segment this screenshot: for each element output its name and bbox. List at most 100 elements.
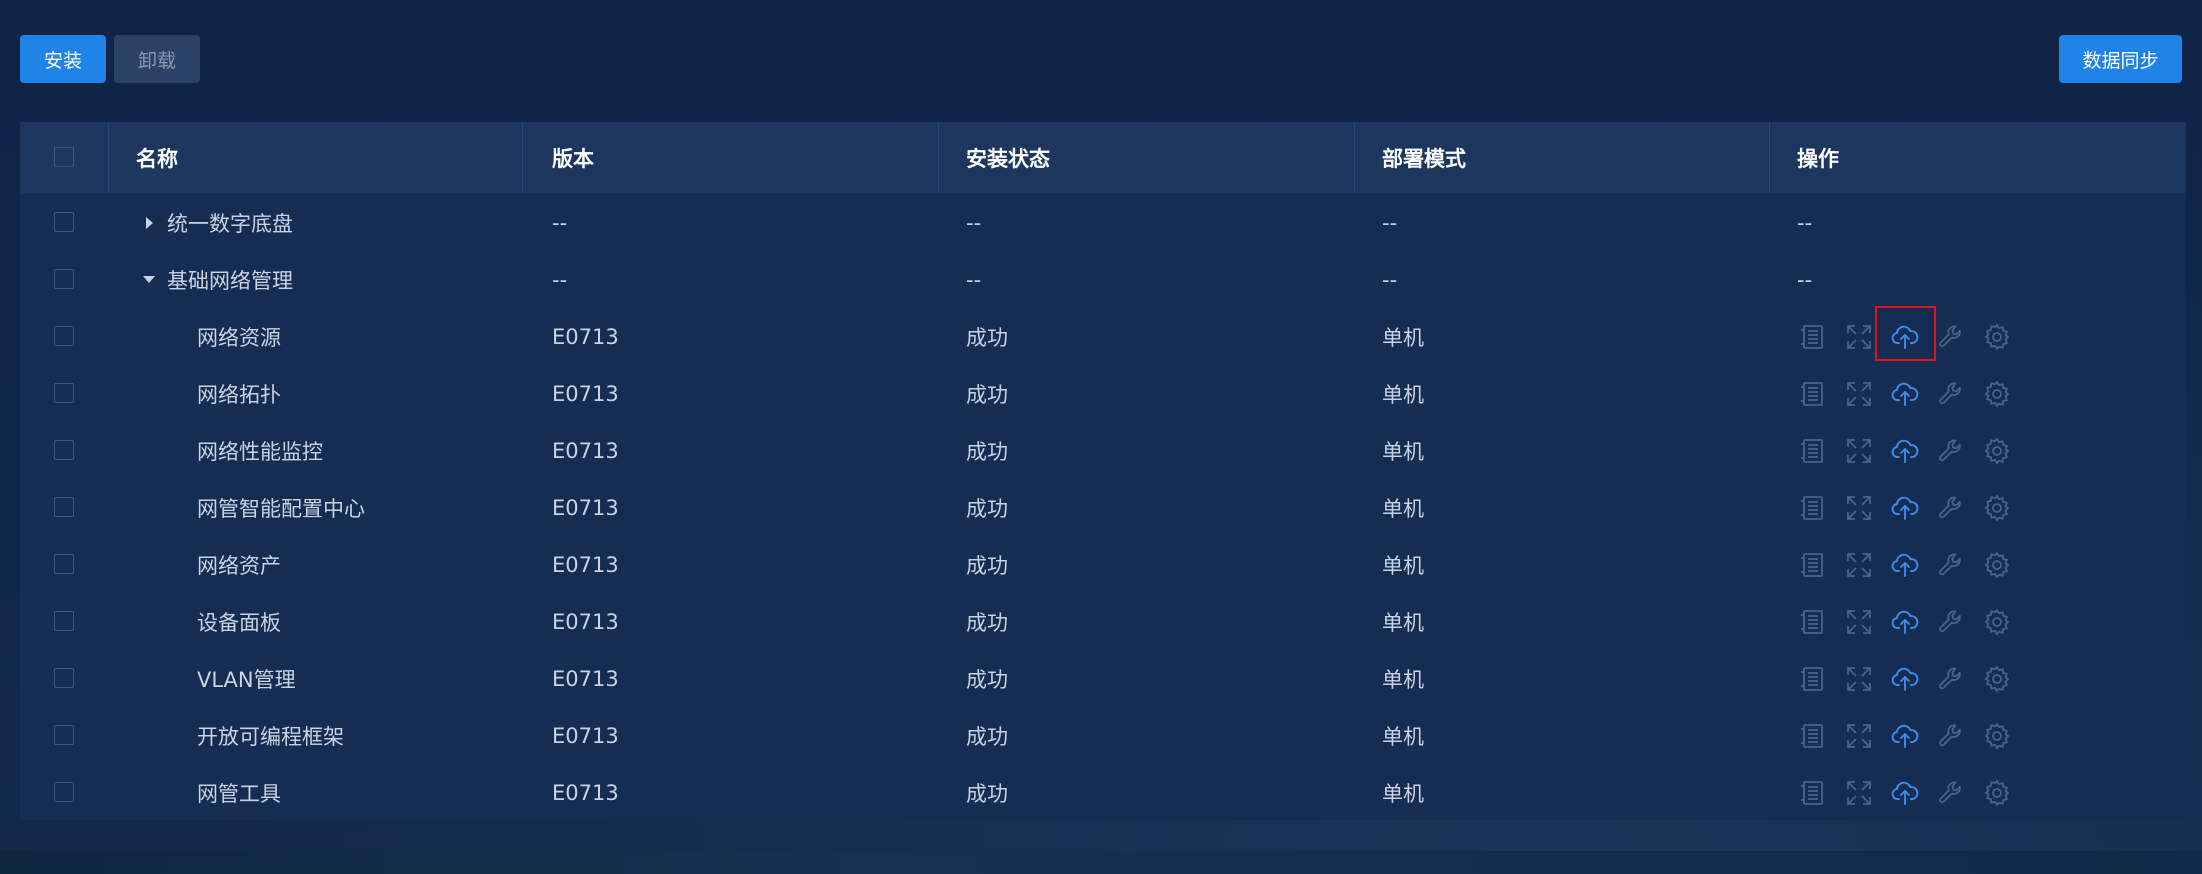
install-button[interactable]: 安装 (20, 35, 106, 83)
log-icon[interactable] (1797, 435, 1829, 467)
gear-icon[interactable] (1981, 777, 2013, 809)
group-row[interactable]: 统一数字底盘 -- -- -- -- (20, 194, 2186, 251)
collapse-toggle[interactable] (143, 251, 155, 308)
data-sync-button[interactable]: 数据同步 (2059, 35, 2182, 83)
gear-icon[interactable] (1981, 492, 2013, 524)
table-row[interactable]: VLAN管理 E0713 成功 单机 (20, 650, 2186, 707)
table-row[interactable]: 网络资产 E0713 成功 单机 (20, 536, 2186, 593)
status-cell: 成功 (966, 667, 1008, 692)
ops-cell (1797, 707, 2027, 764)
status-cell: -- (966, 210, 982, 235)
table-row[interactable]: 网络资源 E0713 成功 单机 (20, 308, 2186, 365)
log-icon[interactable] (1797, 606, 1829, 638)
mode-cell: 单机 (1382, 667, 1424, 692)
upload-cloud-icon[interactable] (1889, 549, 1921, 581)
bottom-strip (0, 851, 2202, 874)
expand-icon[interactable] (1843, 606, 1875, 638)
expand-icon[interactable] (1843, 492, 1875, 524)
collapse-toggle[interactable] (146, 194, 153, 251)
component-name: 网管工具 (197, 781, 281, 806)
expand-icon[interactable] (1843, 435, 1875, 467)
row-checkbox[interactable] (54, 383, 74, 403)
gear-icon[interactable] (1981, 321, 2013, 353)
ops-cell (1797, 650, 2027, 707)
component-table: 名称 版本 安装状态 部署模式 操作 统一数字底盘 -- -- -- -- 基础… (20, 122, 2186, 820)
gear-icon[interactable] (1981, 378, 2013, 410)
wrench-icon[interactable] (1935, 435, 1967, 467)
expand-icon[interactable] (1843, 663, 1875, 695)
version-cell: E0713 (552, 780, 619, 805)
group-name: 统一数字底盘 (167, 211, 293, 236)
header-ops: 操作 (1797, 146, 1839, 171)
expand-icon[interactable] (1843, 777, 1875, 809)
gear-icon[interactable] (1981, 720, 2013, 752)
expand-icon[interactable] (1843, 378, 1875, 410)
group-row[interactable]: 基础网络管理 -- -- -- -- (20, 251, 2186, 308)
wrench-icon[interactable] (1935, 321, 1967, 353)
version-cell: E0713 (552, 324, 619, 349)
log-icon[interactable] (1797, 492, 1829, 524)
table-row[interactable]: 网络拓扑 E0713 成功 单机 (20, 365, 2186, 422)
wrench-icon[interactable] (1935, 663, 1967, 695)
table-row[interactable]: 网络性能监控 E0713 成功 单机 (20, 422, 2186, 479)
row-checkbox[interactable] (54, 269, 74, 289)
upload-cloud-icon[interactable] (1889, 720, 1921, 752)
log-icon[interactable] (1797, 378, 1829, 410)
uninstall-button[interactable]: 卸载 (114, 35, 200, 83)
component-name: 网管智能配置中心 (197, 496, 365, 521)
row-checkbox[interactable] (54, 497, 74, 517)
row-checkbox[interactable] (54, 668, 74, 688)
row-checkbox[interactable] (54, 326, 74, 346)
row-checkbox[interactable] (54, 440, 74, 460)
column-separator (522, 122, 523, 193)
column-separator (108, 122, 109, 193)
mode-cell: 单机 (1382, 382, 1424, 407)
upload-cloud-icon[interactable] (1889, 321, 1921, 353)
upload-cloud-icon[interactable] (1889, 663, 1921, 695)
wrench-icon[interactable] (1935, 777, 1967, 809)
upload-cloud-icon[interactable] (1889, 435, 1921, 467)
wrench-icon[interactable] (1935, 378, 1967, 410)
table-row[interactable]: 网管智能配置中心 E0713 成功 单机 (20, 479, 2186, 536)
gear-icon[interactable] (1981, 435, 2013, 467)
gear-icon[interactable] (1981, 549, 2013, 581)
select-all-checkbox[interactable] (54, 147, 74, 167)
upload-cloud-icon[interactable] (1889, 492, 1921, 524)
status-cell: 成功 (966, 325, 1008, 350)
mode-cell: -- (1382, 267, 1398, 292)
row-checkbox[interactable] (54, 212, 74, 232)
row-checkbox[interactable] (54, 554, 74, 574)
status-cell: 成功 (966, 553, 1008, 578)
group-name: 基础网络管理 (167, 268, 293, 293)
ops-cell (1797, 593, 2027, 650)
status-cell: 成功 (966, 439, 1008, 464)
expand-icon[interactable] (1843, 321, 1875, 353)
expand-icon[interactable] (1843, 549, 1875, 581)
row-checkbox[interactable] (54, 611, 74, 631)
table-row[interactable]: 网管工具 E0713 成功 单机 (20, 764, 2186, 821)
mode-cell: 单机 (1382, 610, 1424, 635)
upload-cloud-icon[interactable] (1889, 606, 1921, 638)
status-cell: 成功 (966, 496, 1008, 521)
status-cell: -- (966, 267, 982, 292)
expand-icon[interactable] (1843, 720, 1875, 752)
row-checkbox[interactable] (54, 782, 74, 802)
log-icon[interactable] (1797, 663, 1829, 695)
log-icon[interactable] (1797, 321, 1829, 353)
log-icon[interactable] (1797, 777, 1829, 809)
gear-icon[interactable] (1981, 663, 2013, 695)
gear-icon[interactable] (1981, 606, 2013, 638)
wrench-icon[interactable] (1935, 720, 1967, 752)
log-icon[interactable] (1797, 720, 1829, 752)
table-row[interactable]: 设备面板 E0713 成功 单机 (20, 593, 2186, 650)
table-row[interactable]: 开放可编程框架 E0713 成功 单机 (20, 707, 2186, 764)
mode-cell: 单机 (1382, 325, 1424, 350)
wrench-icon[interactable] (1935, 606, 1967, 638)
wrench-icon[interactable] (1935, 492, 1967, 524)
upload-cloud-icon[interactable] (1889, 777, 1921, 809)
log-icon[interactable] (1797, 549, 1829, 581)
column-separator (1354, 122, 1355, 193)
row-checkbox[interactable] (54, 725, 74, 745)
upload-cloud-icon[interactable] (1889, 378, 1921, 410)
wrench-icon[interactable] (1935, 549, 1967, 581)
